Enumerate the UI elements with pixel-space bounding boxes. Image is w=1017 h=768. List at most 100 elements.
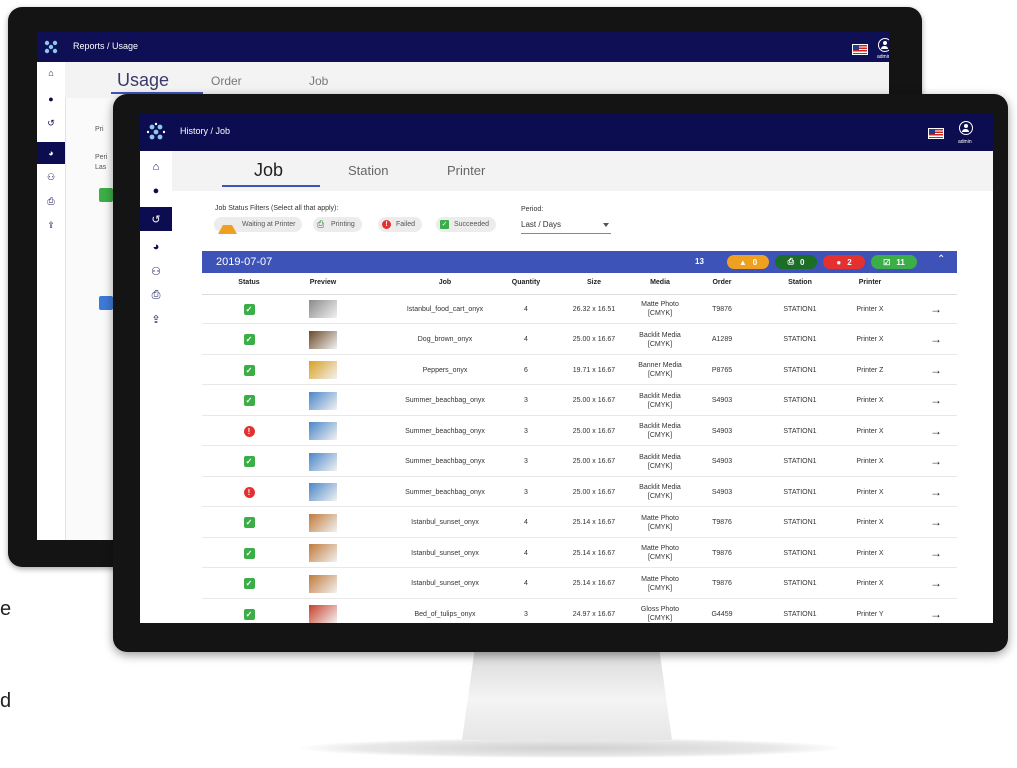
- tab-printer[interactable]: Printer: [447, 163, 485, 178]
- tab-job[interactable]: Job: [254, 160, 283, 181]
- row-open[interactable]: →: [924, 539, 948, 567]
- arrow-right-icon[interactable]: →: [930, 577, 942, 589]
- row-open[interactable]: →: [924, 570, 948, 598]
- column-header[interactable]: Station: [770, 279, 830, 286]
- tab-order[interactable]: Order: [211, 74, 242, 88]
- table-row[interactable]: ✓ Peppers_onyx 6 19.71 x 16.67 Banner Media[…: [202, 356, 957, 385]
- arrow-right-icon[interactable]: →: [930, 547, 942, 559]
- job-thumbnail[interactable]: [309, 422, 337, 440]
- date-group-header[interactable]: 2019-07-07 13 ▲ 0 ⎙ 0 ● 2 ☑ 11 ⌃: [202, 251, 957, 273]
- preview-cell: [303, 600, 343, 623]
- table-row[interactable]: ! Summer_beachbag_onyx 3 25.00 x 16.67 Backl…: [202, 417, 957, 446]
- home-icon[interactable]: ⌂: [37, 68, 65, 78]
- column-header[interactable]: Status: [232, 279, 266, 286]
- arrow-right-icon[interactable]: →: [930, 303, 942, 315]
- column-header[interactable]: Printer: [845, 279, 895, 286]
- table-row[interactable]: ✓ Dog_brown_onyx 4 25.00 x 16.67 Backlit Med…: [202, 326, 957, 355]
- upload-icon[interactable]: ⇪: [140, 307, 172, 331]
- tab-station[interactable]: Station: [348, 163, 388, 178]
- row-open[interactable]: →: [924, 295, 948, 323]
- arrow-right-icon[interactable]: →: [930, 608, 942, 620]
- column-header[interactable]: Order: [702, 279, 742, 286]
- order-id: S4903: [711, 397, 733, 404]
- job-thumbnail[interactable]: [309, 574, 337, 593]
- column-header[interactable]: Size: [564, 279, 624, 286]
- table-row[interactable]: ✓ Istanbul_sunset_onyx 4 25.14 x 16.67 Matte…: [202, 539, 957, 568]
- user-avatar-icon[interactable]: [878, 38, 889, 52]
- filter-failed-chip[interactable]: ! Failed: [378, 217, 423, 232]
- arrow-right-icon[interactable]: →: [930, 333, 942, 345]
- arrow-right-icon[interactable]: →: [930, 364, 942, 376]
- globe-icon[interactable]: ●: [140, 179, 172, 203]
- job-thumbnail[interactable]: [309, 605, 337, 623]
- back-snippet: Peri: [95, 154, 108, 161]
- job-thumbnail[interactable]: [309, 544, 337, 562]
- station: STATION1: [783, 458, 817, 465]
- size: 25.14 x 16.67: [572, 549, 616, 557]
- status-cell: !: [232, 478, 266, 506]
- row-open[interactable]: →: [924, 448, 948, 476]
- printer-icon[interactable]: ⎙: [140, 283, 172, 307]
- row-open[interactable]: →: [924, 478, 948, 506]
- row-open[interactable]: →: [924, 356, 948, 384]
- row-open[interactable]: →: [924, 417, 948, 445]
- side-text-fragment: e: [0, 598, 12, 620]
- column-header[interactable]: Media: [630, 279, 690, 286]
- front-screen: History / Job admin ⌂ ● ↺ ◕ ⚇ ⎙ ⇪ Job St…: [140, 113, 993, 623]
- row-open[interactable]: →: [924, 600, 948, 623]
- upload-icon[interactable]: ⇪: [37, 220, 65, 231]
- user-avatar-icon[interactable]: [959, 121, 973, 135]
- globe-icon[interactable]: ●: [37, 94, 65, 104]
- job-name: Peppers_onyx: [422, 366, 468, 374]
- history-icon[interactable]: ↺: [140, 207, 172, 231]
- period-value: Last / Days: [521, 220, 562, 229]
- reports-icon[interactable]: ◕: [140, 235, 172, 259]
- order-id: T9876: [712, 305, 732, 313]
- table-row[interactable]: ✓ Summer_beachbag_onyx 3 25.00 x 16.67 Backl…: [202, 448, 957, 477]
- job-thumbnail[interactable]: [309, 300, 337, 318]
- reports-icon[interactable]: ◕: [37, 142, 65, 164]
- error-icon: !: [243, 486, 255, 498]
- media: Backlit Media [CMYK]: [639, 423, 681, 439]
- row-open[interactable]: →: [924, 509, 948, 537]
- home-icon[interactable]: ⌂: [140, 155, 172, 179]
- table-row[interactable]: ✓ Istanbul_sunset_onyx 4 25.14 x 16.67 Matte…: [202, 509, 957, 538]
- job-thumbnail[interactable]: [309, 452, 337, 471]
- history-icon[interactable]: ↺: [37, 118, 65, 129]
- filter-printing-chip[interactable]: ⎙ Printing: [313, 217, 362, 232]
- job-thumbnail[interactable]: [309, 513, 337, 532]
- users-icon[interactable]: ⚇: [140, 259, 172, 283]
- size: 25.14 x 16.67: [572, 519, 616, 526]
- column-header[interactable]: Preview: [303, 279, 343, 286]
- job-thumbnail[interactable]: [309, 330, 337, 349]
- station: STATION1: [783, 427, 817, 435]
- period-select[interactable]: Last / Days: [521, 220, 611, 234]
- job-thumbnail[interactable]: [309, 391, 337, 410]
- arrow-right-icon[interactable]: →: [930, 394, 942, 406]
- table-row[interactable]: ✓ Istanbul_sunset_onyx 4 25.14 x 16.67 Matte…: [202, 570, 957, 599]
- language-flag-icon[interactable]: [928, 128, 944, 139]
- column-header[interactable]: Job: [385, 279, 505, 286]
- row-open[interactable]: →: [924, 326, 948, 354]
- language-flag-icon[interactable]: [852, 44, 868, 55]
- job-thumbnail[interactable]: [309, 361, 337, 379]
- column-header[interactable]: Quantity: [506, 279, 546, 286]
- tab-job[interactable]: Job: [309, 74, 328, 88]
- arrow-right-icon[interactable]: →: [930, 516, 942, 528]
- arrow-right-icon[interactable]: →: [930, 425, 942, 437]
- table-row[interactable]: ✓ Istanbul_food_cart_onyx 4 26.32 x 16.51 Ma…: [202, 295, 957, 324]
- filter-succeeded-chip[interactable]: ✓ Succeeded: [436, 217, 497, 232]
- table-row[interactable]: ✓ Bed_of_tulips_onyx 3 24.97 x 16.67 Gloss P…: [202, 600, 957, 623]
- table-row[interactable]: ! Summer_beachbag_onyx 3 25.00 x 16.67 Backl…: [202, 478, 957, 507]
- arrow-right-icon[interactable]: →: [930, 486, 942, 498]
- tab-usage[interactable]: Usage: [117, 70, 169, 91]
- users-icon[interactable]: ⚇: [37, 172, 65, 183]
- arrow-right-icon[interactable]: →: [930, 455, 942, 467]
- job-thumbnail[interactable]: [309, 483, 337, 501]
- table-row[interactable]: ✓ Summer_beachbag_onyx 3 25.00 x 16.67 Backl…: [202, 387, 957, 416]
- filter-waiting-chip[interactable]: Waiting at Printer: [214, 217, 303, 234]
- chevron-up-icon[interactable]: ⌃: [937, 254, 945, 265]
- row-open[interactable]: →: [924, 387, 948, 415]
- station: STATION1: [783, 336, 817, 343]
- printer-icon[interactable]: ⎙: [37, 196, 65, 207]
